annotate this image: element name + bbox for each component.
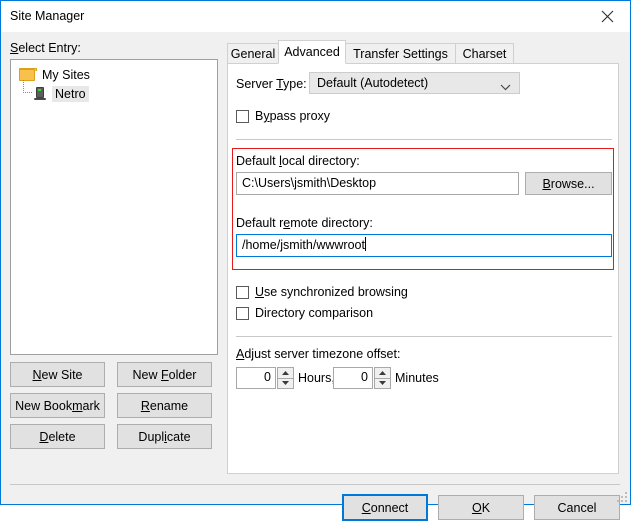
timezone-hours-unit: Hours, [298,371,335,385]
tree-item-label: My Sites [42,68,90,82]
timezone-hours-input[interactable]: 0 [236,367,276,389]
tree-connector [23,80,32,93]
label-pre: Default r [236,216,283,230]
bypass-proxy-checkbox[interactable]: Bypass proxy [236,109,330,123]
spinner-down-icon[interactable] [374,378,391,390]
label-post: K [482,501,490,515]
new-bookmark-button[interactable]: New Bookmark [10,393,105,418]
resize-grip[interactable] [615,490,627,502]
new-site-button[interactable]: New Site [10,362,105,387]
use-synchronized-browsing-label: Use synchronized browsing [255,285,408,299]
server-icon [33,87,47,101]
default-remote-directory-label: Default remote directory: [236,216,373,230]
accel-char: F [161,368,169,382]
select-entry-accel: S [10,41,18,55]
spinner-up-icon[interactable] [277,367,294,378]
delete-button[interactable]: Delete [10,424,105,449]
footer-separator [10,484,620,485]
accel-char: i [164,430,167,444]
bypass-proxy-label: Bypass proxy [255,109,330,123]
timezone-offset-label: Adjust server timezone offset: [236,347,400,361]
timezone-minutes-unit: Minutes [395,371,439,385]
close-icon[interactable] [585,1,630,31]
label-post: mote directory: [290,216,373,230]
tab-advanced[interactable]: Advanced [278,40,346,64]
text-caret [365,237,366,251]
rename-button[interactable]: Rename [117,393,212,418]
ok-button[interactable]: OK [438,495,524,520]
duplicate-button[interactable]: Duplicate [117,424,212,449]
label-pre: Default [236,154,279,168]
checkbox-box [236,307,249,320]
use-synchronized-browsing-checkbox[interactable]: Use synchronized browsing [236,285,408,299]
select-entry-label: Select Entry: [10,41,81,55]
label-post: ocal directory: [282,154,360,168]
accel-char: C [362,501,371,515]
spinner-buttons [277,367,294,389]
checkbox-box [236,110,249,123]
dialog-body: Select Entry: My Sites Netro New Site Ne… [1,32,630,504]
label-post: djust server timezone offset: [244,347,400,361]
new-folder-button[interactable]: New Folder [117,362,212,387]
advanced-tab-panel: Server Type: Default (Autodetect) Bypass… [227,63,619,474]
tab-charset[interactable]: Charset [455,43,514,63]
timezone-minutes-input[interactable]: 0 [333,367,373,389]
accel-char: m [72,399,82,413]
accel-char: R [141,399,150,413]
server-type-label: Server Type: [236,77,307,91]
server-type-label-post: ype: [283,77,307,91]
timezone-minutes-stepper[interactable]: 0 [333,367,391,389]
tab-general[interactable]: General [227,43,279,63]
separator [236,139,612,140]
accel-char: D [39,430,48,444]
tree-item-netro[interactable]: Netro [11,84,217,103]
tree-item-my-sites[interactable]: My Sites [11,65,217,84]
label-post: pass proxy [270,109,330,123]
server-type-dropdown[interactable]: Default (Autodetect) [309,72,520,94]
spinner-down-icon[interactable] [277,378,294,390]
title-bar: Site Manager [1,1,630,32]
default-local-directory-input[interactable]: C:\Users\jsmith\Desktop [236,172,519,195]
timezone-hours-stepper[interactable]: 0 [236,367,294,389]
cancel-button[interactable]: Cancel [534,495,620,520]
default-local-directory-label: Default local directory: [236,154,360,168]
label-pre: Cancel [558,501,597,515]
site-tree[interactable]: My Sites Netro [10,59,218,355]
tab-transfer-settings[interactable]: Transfer Settings [345,43,456,63]
spinner-buttons [374,367,391,389]
accel-char: O [472,501,482,515]
tree-item-label: Netro [52,86,89,102]
server-type-value: Default (Autodetect) [317,76,428,90]
input-value: /home/jsmith/wwwroot [242,238,365,252]
accel-char: U [255,285,264,299]
accel-char: T [276,77,283,91]
label-post: onnect [371,501,409,515]
spinner-up-icon[interactable] [374,367,391,378]
separator [236,336,612,337]
window-title: Site Manager [10,9,84,23]
accel-char: B [542,177,550,191]
site-manager-dialog: Site Manager Select Entry: My Sites [0,0,631,505]
directory-comparison-checkbox[interactable]: Directory comparison [236,306,373,320]
checkbox-box [236,286,249,299]
label-post: se synchronized browsing [264,285,408,299]
server-type-label-pre: Server [236,77,276,91]
connect-button[interactable]: Connect [342,494,428,521]
accel-char: N [32,368,41,382]
default-remote-directory-input[interactable]: /home/jsmith/wwwroot [236,234,612,257]
browse-button[interactable]: Browse... [525,172,612,195]
directory-comparison-label: Directory comparison [255,306,373,320]
chevron-down-icon [500,80,511,94]
